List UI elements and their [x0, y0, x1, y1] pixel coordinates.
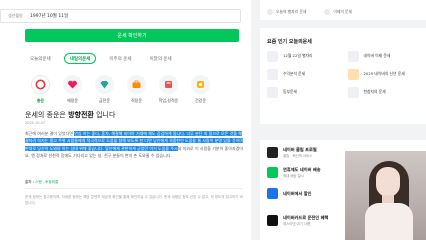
- related-links-card: 오늘의 별자리 운세 이제의 운세: [260, 0, 426, 20]
- promo-subtitle: 최대 배송 일시: [283, 174, 304, 178]
- related-links: 오늘의 별자리 운세 이제의 운세: [267, 9, 352, 15]
- naver-icon: [347, 50, 359, 62]
- birthdate-label: 생년월일: [8, 13, 23, 18]
- promo-subtitle: 제스티넷 여기 사용: [283, 222, 311, 226]
- popular-title: 요즘 인기 오늘의운세: [267, 39, 312, 45]
- tab-week[interactable]: 이주의 운세: [104, 53, 136, 64]
- heart-icon: [63, 75, 82, 94]
- related-link-label: 이제의 운세: [333, 9, 353, 14]
- popular-item-label: 동부운세: [283, 89, 297, 94]
- birthdate-value: 1997년 10월 11일: [30, 14, 69, 19]
- popular-item-label: 수익분석 운세: [283, 71, 306, 76]
- related-link-horoscope[interactable]: 오늘의 별자리 운세: [267, 9, 306, 15]
- fortune-heading-prefix: 운세의 종운은: [25, 111, 69, 119]
- popular-item[interactable]: 2025 네이버의 신년 운세: [347, 66, 421, 82]
- popular-item-label: 천창지의 운세: [363, 89, 386, 94]
- popular-item[interactable]: 12월 22일 별자리: [267, 48, 340, 64]
- category-label: 금전운: [98, 98, 111, 103]
- popular-item-label: 2025 네이버의 신년 운세: [363, 71, 405, 76]
- hand-icon: [267, 68, 278, 80]
- category-label: 애정운: [66, 98, 79, 103]
- star-icon: [267, 9, 273, 15]
- source-link[interactable]: 스탠 - 토정비결: [35, 180, 58, 184]
- fortune-text-start: 최근에 여러분 결이 있었다면: [25, 131, 75, 136]
- book-icon: [159, 75, 178, 94]
- category-health[interactable]: 건강운: [188, 75, 213, 104]
- fortune-tabs: 오늘의운세 내일의운세 이주의 운세 이달의 운세: [25, 53, 177, 64]
- category-label: 총운: [36, 98, 45, 103]
- popular-item-label: 네이버 이제 운세: [363, 53, 391, 58]
- category-love[interactable]: 애정운: [60, 75, 85, 104]
- divider: [25, 188, 243, 189]
- zodiac-icon: [324, 9, 331, 15]
- popular-fortune-card: 요즘 인기 오늘의운세 12월 22일 별자리 네이버 이제 운세 수익분석 운…: [260, 28, 426, 124]
- popular-item-label: 12월 22일 별자리: [283, 53, 313, 58]
- fortune-disclaimer: 운세 정보는 참고용이며, 자세한 정보는 해당 콘텐츠 제공처 확인을 통해 …: [25, 195, 243, 206]
- category-career[interactable]: 직장운: [124, 75, 149, 104]
- promo-subtitle: 클립 · 혁신적 서비스: [283, 154, 313, 158]
- clip-icon: [267, 147, 278, 158]
- fortune-source: 출처 : 스탠 - 토정비결: [25, 180, 58, 185]
- fortune-categories: 총운 애정운 금전운 직장운 학업,성적운 건강운: [28, 75, 213, 104]
- fortune-card: 생년월일 1997년 10월 11일 운세 확인하기 오늘의운세 내일의운세 이…: [0, 0, 251, 240]
- popular-list: 12월 22일 별자리 네이버 이제 운세 수익분석 운세 2025 네이버의 …: [267, 48, 420, 100]
- category-label: 직장운: [130, 98, 143, 103]
- newyear-icon: [347, 68, 359, 80]
- briefcase-icon: [127, 75, 146, 94]
- webcam-overlay: [345, 151, 426, 240]
- tab-today[interactable]: 오늘의운세: [25, 53, 56, 64]
- card-icon: [267, 215, 278, 226]
- webcam-face: [376, 167, 400, 197]
- dream-icon: [267, 86, 278, 98]
- diamond-icon: [95, 75, 114, 94]
- category-total[interactable]: 총운: [28, 75, 53, 104]
- popular-item[interactable]: 동부운세: [267, 84, 340, 100]
- fortune-text: 최근에 여러분 결이 있었다면 안심 하는 좋다, 혼자, 해결해 되어야 기대…: [25, 130, 243, 160]
- tab-month[interactable]: 이달의 운세: [145, 53, 177, 64]
- fortune-heading-keyword: 방향전환: [68, 111, 94, 119]
- popular-item[interactable]: 네이버 이제 운세: [347, 48, 421, 64]
- page: 생년월일 1997년 10월 11일 운세 확인하기 오늘의운세 내일의운세 이…: [0, 0, 426, 240]
- fortune-heading-suffix: 입니다: [93, 111, 116, 119]
- discount-icon: [267, 188, 278, 199]
- related-link-zodiac[interactable]: 이제의 운세: [324, 9, 352, 15]
- zodiac-icon: [267, 50, 278, 62]
- category-label: 학업,성적운: [158, 98, 179, 103]
- fortune-heading: 운세의 종운은 방향전환 입니다: [25, 110, 115, 120]
- birthdate-field[interactable]: 생년월일 1997년 10월 11일: [0, 9, 241, 23]
- popular-item[interactable]: 수익분석 운세: [267, 66, 340, 82]
- category-study[interactable]: 학업,성적운: [156, 75, 181, 104]
- delivery-icon: [267, 167, 278, 178]
- promo-title: 네이버에서 할인: [283, 190, 312, 196]
- popular-item[interactable]: 천창지의 운세: [347, 84, 421, 100]
- webcam-body: [365, 203, 413, 240]
- category-money[interactable]: 금전운: [92, 75, 117, 104]
- tab-tomorrow[interactable]: 내일의운세: [63, 53, 97, 64]
- health-icon: [191, 75, 210, 94]
- related-link-label: 오늘의 별자리 운세: [276, 9, 307, 14]
- circle-icon: [31, 75, 50, 94]
- check-fortune-button[interactable]: 운세 확인하기: [25, 29, 239, 42]
- fortune-date: 2025.10.07: [25, 121, 46, 125]
- category-label: 건강운: [194, 98, 207, 103]
- source-label: 출처 :: [25, 180, 36, 184]
- tarot-icon: [347, 86, 359, 98]
